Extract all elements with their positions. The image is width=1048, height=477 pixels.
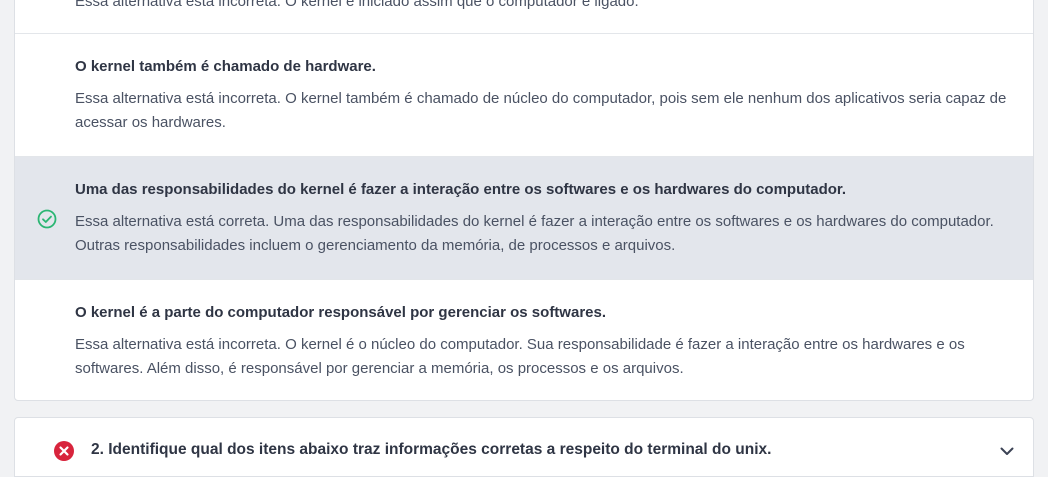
answer-explanation: Essa alternativa está incorreta. O kerne…	[75, 336, 965, 377]
answer-title: O kernel é a parte do computador respons…	[75, 304, 607, 321]
answer-option[interactable]: Essa alternativa está incorreta. O kerne…	[15, 0, 1033, 33]
answer-explanation: Essa alternativa está correta. Uma das r…	[75, 213, 994, 254]
answer-title: O kernel também é chamado de hardware.	[75, 58, 376, 75]
question-title: 2. Identifique qual dos itens abaixo tra…	[91, 441, 772, 458]
check-circle-icon	[37, 209, 57, 229]
answer-explanation: Essa alternativa está incorreta. O kerne…	[75, 90, 1007, 131]
question-2-card[interactable]: 2. Identifique qual dos itens abaixo tra…	[14, 417, 1034, 477]
answer-option[interactable]: O kernel também é chamado de hardware. E…	[15, 33, 1033, 156]
answer-explanation: Essa alternativa está incorreta. O kerne…	[75, 0, 639, 10]
answer-title: Uma das responsabilidades do kernel é fa…	[75, 181, 847, 198]
answer-option[interactable]: O kernel é a parte do computador respons…	[15, 279, 1033, 400]
question-1-answers-card: Essa alternativa está incorreta. O kerne…	[14, 0, 1034, 401]
chevron-down-icon[interactable]	[998, 442, 1016, 460]
answer-option-correct[interactable]: Uma das responsabilidades do kernel é fa…	[15, 156, 1033, 279]
